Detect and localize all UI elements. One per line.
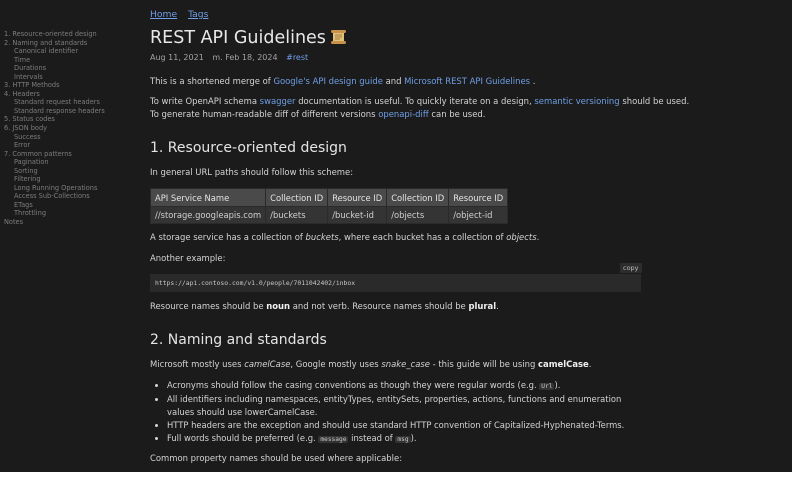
bottom-edge <box>0 472 800 478</box>
toc-item[interactable]: 2. Naming and standards <box>4 39 139 48</box>
list-item: All identifiers including namespaces, en… <box>167 393 645 419</box>
toc-item[interactable]: 7. Common patterns <box>4 150 139 159</box>
microsoft-guide-link[interactable]: Microsoft REST API Guidelines <box>404 76 530 86</box>
section2-paragraph-2: Common property names should be used whe… <box>150 453 403 463</box>
section1-paragraph-4: Resource names should be noun and not ve… <box>150 301 499 311</box>
top-nav: Home Tags <box>150 9 208 20</box>
table-header-cell: Resource ID <box>327 188 388 207</box>
table-cell: /buckets <box>265 206 329 224</box>
toc-item[interactable]: Durations <box>4 64 139 73</box>
section-heading-1: 1. Resource-oriented design <box>150 140 347 156</box>
toc-item[interactable]: 5. Status codes <box>4 115 139 124</box>
toc-item[interactable]: 1. Resource-oriented design <box>4 30 139 39</box>
toc-item[interactable]: Time <box>4 56 139 65</box>
table-header-cell: Resource ID <box>448 188 509 207</box>
naming-rules-list: Acronyms should follow the casing conven… <box>150 379 645 446</box>
toc-item[interactable]: Notes <box>4 218 139 227</box>
post-modified: m. Feb 18, 2024 <box>212 53 278 62</box>
toc-item[interactable]: Access Sub-Collections <box>4 192 139 201</box>
list-item: HTTP headers are the exception and shoul… <box>167 419 645 432</box>
section1-paragraph-1: In general URL paths should follow this … <box>150 167 354 177</box>
nav-tags-link[interactable]: Tags <box>188 9 208 20</box>
toc-item[interactable]: Success <box>4 133 139 142</box>
openapi-diff-link[interactable]: openapi-diff <box>378 109 429 119</box>
toc-item[interactable]: Long Running Operations <box>4 184 139 193</box>
table-row: //storage.googleapis.com/buckets/bucket-… <box>149 206 509 224</box>
scrollbar-track[interactable] <box>792 0 800 472</box>
section-heading-2: 2. Naming and standards <box>150 332 327 348</box>
nav-home-link[interactable]: Home <box>150 9 177 20</box>
toc-item[interactable]: 3. HTTP Methods <box>4 81 139 90</box>
table-cell: /objects <box>386 206 450 224</box>
page-title: REST API Guidelines <box>150 28 347 48</box>
intro-paragraph-1: This is a shortened merge of Google's AP… <box>150 76 536 86</box>
toc-item[interactable]: Throttling <box>4 209 139 218</box>
google-guide-link[interactable]: Google's API design guide <box>273 76 382 86</box>
toc-item[interactable]: Standard response headers <box>4 107 139 116</box>
toc-item[interactable]: Filtering <box>4 175 139 184</box>
inline-code: msg <box>395 436 411 444</box>
table-of-contents: 1. Resource-oriented design 2. Naming and… <box>4 30 139 227</box>
intro-paragraph-3: To generate human-readable diff of diffe… <box>150 109 486 119</box>
scroll-icon <box>330 30 346 44</box>
table-cell: /bucket-id <box>327 206 388 224</box>
table-header-cell: Collection ID <box>386 188 450 207</box>
list-item: Full words should be preferred (e.g. mes… <box>167 432 645 446</box>
section1-paragraph-3: Another example: <box>150 253 226 263</box>
toc-item[interactable]: 4. Headers <box>4 90 139 99</box>
section1-paragraph-2: A storage service has a collection of bu… <box>150 232 540 242</box>
swagger-link[interactable]: swagger <box>260 96 296 106</box>
table-cell: /object-id <box>448 206 509 224</box>
tag-link[interactable]: #rest <box>286 53 308 62</box>
toc-item[interactable]: Error <box>4 141 139 150</box>
table-header-cell: API Service Name <box>149 188 267 207</box>
toc-item[interactable]: Sorting <box>4 167 139 176</box>
code-block: https://api.contoso.com/v1.0/people/7011… <box>150 274 641 292</box>
post-date: Aug 11, 2021 <box>150 53 204 62</box>
copy-button[interactable]: copy <box>620 263 642 273</box>
inline-code: Url <box>539 383 555 390</box>
intro-paragraph-2: To write OpenAPI schema swagger document… <box>150 96 690 106</box>
semver-link[interactable]: semantic versioning <box>534 96 619 106</box>
toc-item[interactable]: 6. JSON body <box>4 124 139 133</box>
url-scheme-table: API Service Name Collection ID Resource ID… <box>149 188 509 224</box>
toc-item[interactable]: Pagination <box>4 158 139 167</box>
toc-item[interactable]: Intervals <box>4 73 139 82</box>
table-cell: //storage.googleapis.com <box>149 206 267 224</box>
inline-code: message <box>318 436 349 444</box>
table-header-row: API Service Name Collection ID Resource ID… <box>149 188 509 207</box>
table-header-cell: Collection ID <box>265 188 329 207</box>
toc-item[interactable]: Standard request headers <box>4 98 139 107</box>
toc-item[interactable]: Canonical identifier <box>4 47 139 56</box>
list-item: Acronyms should follow the casing conven… <box>167 379 645 393</box>
section2-paragraph-1: Microsoft mostly uses camelCase, Google … <box>150 359 592 369</box>
post-meta: Aug 11, 2021 m. Feb 18, 2024 #rest <box>150 53 308 62</box>
toc-item[interactable]: ETags <box>4 201 139 210</box>
